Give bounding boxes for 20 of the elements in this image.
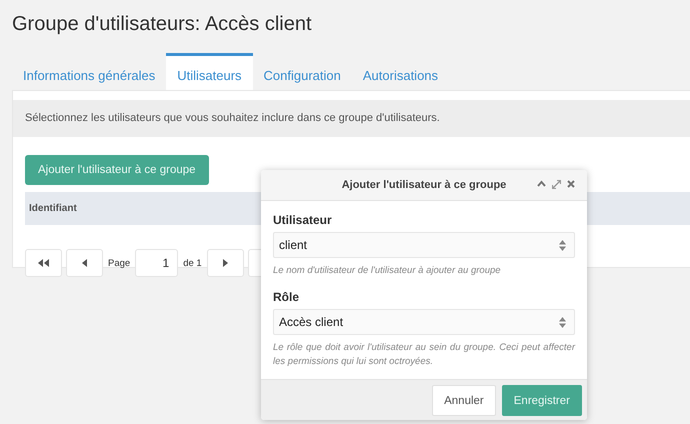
tab[interactable]: Informations générales — [12, 53, 166, 90]
page-number-field[interactable]: 1 — [135, 249, 178, 277]
tab[interactable]: Utilisateurs — [166, 53, 253, 90]
save-button[interactable]: Enregistrer — [502, 385, 582, 416]
select-field[interactable]: Accès client — [273, 309, 575, 335]
tab[interactable]: Autorisations — [352, 53, 450, 90]
page-label: Page — [108, 258, 130, 268]
field-label: Utilisateur — [273, 213, 333, 227]
description-text: Sélectionnez les utilisateurs que vous souhaitez inclure dans ce groupe d'utilisateurs. — [13, 100, 690, 137]
field-label: Rôle — [273, 290, 300, 304]
help-text: Le nom d'utilisateur de l'utilisateur à ajouter au groupe — [273, 264, 502, 278]
tab[interactable]: Configuration — [252, 53, 352, 90]
dialog-title: Ajouter l'utilisateur à ce groupe — [342, 179, 506, 191]
page-title: Groupe d'utilisateurs: Accès client — [11, 12, 313, 37]
page-count: de 1 — [183, 258, 202, 268]
help-text: Le rôle que doit avoir l'utilisateur au sein du groupe. Ceci peut affecter les permissions qui lui sont octroyées. — [273, 341, 575, 369]
cancel-button[interactable]: Annuler — [432, 385, 496, 416]
add-user-button[interactable]: Ajouter l'utilisateur à ce groupe — [25, 155, 209, 185]
column-header[interactable]: Identifiant — [29, 203, 77, 214]
select-field[interactable]: client — [273, 232, 575, 258]
